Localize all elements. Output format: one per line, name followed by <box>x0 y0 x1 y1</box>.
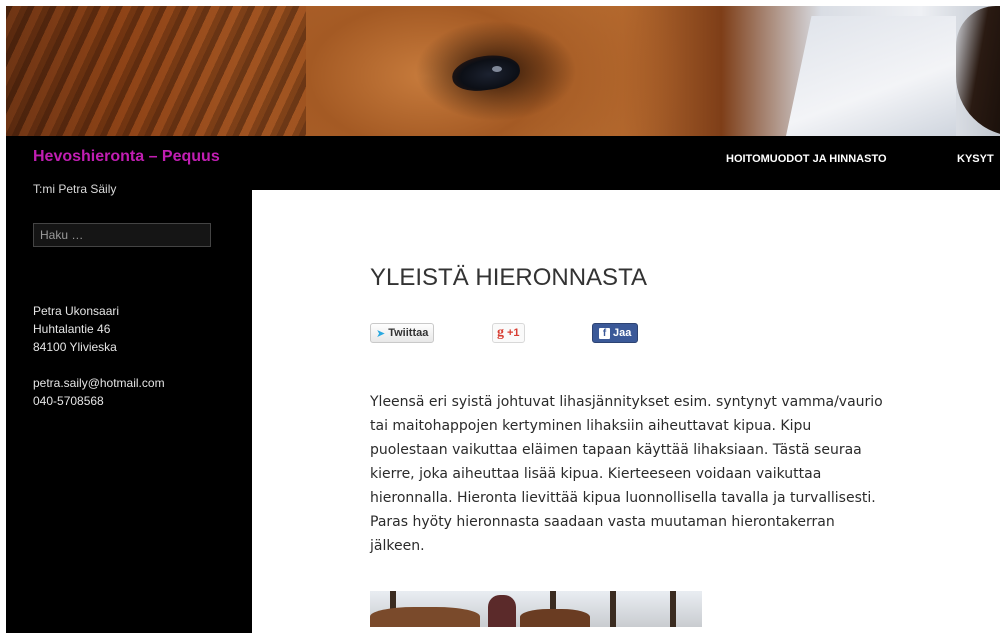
horse-decor <box>370 607 480 627</box>
twitter-bird-icon: ➤ <box>376 327 386 340</box>
contact-spacer <box>33 356 165 374</box>
main-nav: HOITOMUODOT JA HINNASTO KYSYT <box>0 153 994 173</box>
horse-eye-decor <box>449 51 523 95</box>
twitter-share-button[interactable]: ➤ Twiittaa <box>370 323 435 343</box>
post-body: Yleensä eri syistä johtuvat lihasjännity… <box>370 394 883 554</box>
tree-decor <box>610 591 616 627</box>
contact-city: 84100 Ylivieska <box>33 340 117 354</box>
person-decor <box>488 595 516 627</box>
contact-email[interactable]: petra.saily@hotmail.com <box>33 374 165 392</box>
tree-decor <box>670 591 676 627</box>
contact-phone: 040-5708568 <box>33 394 104 408</box>
horse-eye-shine-decor <box>492 66 502 72</box>
second-horse-decor <box>956 6 1000 136</box>
nav-item-kysyt[interactable]: KYSYT <box>957 153 994 165</box>
horse-mane-decor <box>6 6 306 136</box>
sidebar <box>6 190 252 633</box>
facebook-share-label: Jaa <box>613 327 632 339</box>
post-image <box>370 591 702 627</box>
horse-decor <box>520 609 590 627</box>
contact-street: Huhtalantie 46 <box>33 322 111 336</box>
contact-info: Petra Ukonsaari Huhtalantie 46 84100 Yli… <box>33 302 165 410</box>
google-plus-icon: g <box>497 325 504 340</box>
google-plus-button[interactable]: g +1 <box>492 323 525 343</box>
twitter-share-label: Twiittaa <box>388 327 429 339</box>
facebook-icon: f <box>599 327 610 339</box>
facebook-share-button[interactable]: f Jaa <box>592 323 639 343</box>
snow-background-decor <box>786 16 956 136</box>
post-title: YLEISTÄ HIERONNASTA <box>370 264 647 291</box>
google-plus-label: +1 <box>507 327 520 339</box>
site-tagline: T:mi Petra Säily <box>33 182 117 196</box>
search-input[interactable] <box>33 223 211 247</box>
header-image <box>6 6 1000 136</box>
contact-name: Petra Ukonsaari <box>33 304 120 318</box>
nav-item-hoitomuodot[interactable]: HOITOMUODOT JA HINNASTO <box>726 153 887 165</box>
